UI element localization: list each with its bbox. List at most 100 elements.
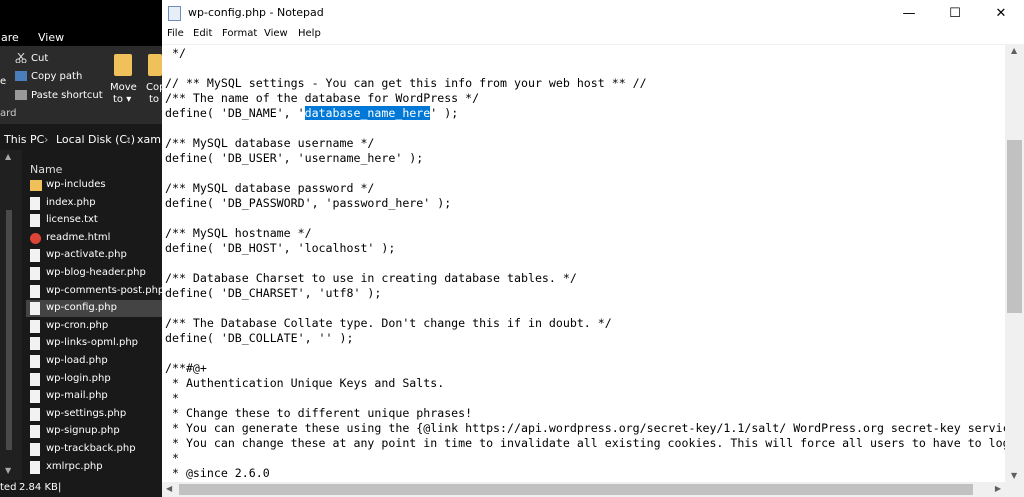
scroll-up-icon[interactable]: ▲ <box>1011 46 1017 55</box>
title-bar[interactable]: wp-config.php - Notepad — ☐ ✕ <box>162 0 1024 27</box>
address-bar[interactable]: This PC › Local Disk (C:) › xamp <box>0 130 168 150</box>
file-name: license.txt <box>46 214 98 226</box>
text-editor-area[interactable]: */ // ** MySQL settings - You can get thi… <box>162 44 1005 483</box>
tab-view[interactable]: View <box>38 31 64 44</box>
vertical-scroll-thumb[interactable] <box>1007 140 1022 313</box>
copy-path-icon <box>15 71 27 81</box>
ribbon: e Cut Copy path Paste shortcut ard Move … <box>0 46 165 124</box>
scroll-left-icon[interactable]: ◀ <box>166 484 172 493</box>
file-icon <box>30 460 40 474</box>
file-list-item[interactable]: wp-links-opml.php <box>26 335 162 352</box>
file-list-item[interactable]: license.txt <box>26 212 162 229</box>
file-icon <box>30 302 40 316</box>
scroll-down-icon[interactable]: ▼ <box>5 466 11 475</box>
file-list-item[interactable]: readme.html <box>26 230 162 247</box>
file-list-item[interactable]: wp-settings.php <box>26 406 162 423</box>
file-list-item[interactable]: wp-load.php <box>26 353 162 370</box>
horizontal-scroll-thumb[interactable] <box>179 484 973 495</box>
file-list-item[interactable]: wp-trackback.php <box>26 441 162 458</box>
breadcrumb-local-disk[interactable]: Local Disk (C:) <box>56 133 135 146</box>
move-to-button[interactable]: Move <box>110 82 137 93</box>
breadcrumb-separator: › <box>44 133 49 146</box>
horizontal-scrollbar[interactable]: ◀ ▶ <box>162 482 1005 497</box>
file-icon <box>30 425 40 439</box>
cut-button[interactable]: Cut <box>31 53 48 64</box>
file-list-item[interactable]: wp-login.php <box>26 371 162 388</box>
cut-icon <box>15 52 27 64</box>
text-line: * You can change these at any point in t… <box>165 436 1005 450</box>
text-line: /** The name of the database for WordPre… <box>165 91 480 105</box>
file-icon <box>30 390 40 404</box>
chrome-icon <box>30 232 41 244</box>
text-line: define( 'DB_NAME', 'database_name_here' … <box>165 106 458 121</box>
navigation-pane-scrollbar[interactable]: ▲ ▼ <box>0 150 22 480</box>
file-list-item[interactable]: wp-includes <box>26 177 162 194</box>
file-list-item[interactable]: xmlrpc.php <box>26 459 162 476</box>
menu-file[interactable]: File <box>167 28 184 39</box>
move-to-folder-icon <box>114 54 132 76</box>
maximize-button[interactable]: ☐ <box>932 0 978 27</box>
file-list-item[interactable]: wp-signup.php <box>26 423 162 440</box>
minimize-button[interactable]: — <box>886 0 932 27</box>
clipboard-group-label: ard <box>0 108 17 119</box>
breadcrumb-this-pc[interactable]: This PC <box>4 133 44 146</box>
file-name: wp-load.php <box>46 355 108 366</box>
text-line: define( 'DB_CHARSET', 'utf8' ); <box>165 286 382 300</box>
text-line: /**#@+ <box>165 361 207 375</box>
menu-format[interactable]: Format <box>222 28 257 39</box>
text-line: /** The Database Collate type. Don't cha… <box>165 316 612 330</box>
file-icon <box>30 319 40 333</box>
text-line: /** MySQL database password */ <box>165 181 375 195</box>
file-name: wp-login.php <box>46 372 111 384</box>
paste-button-partial[interactable]: e <box>0 76 6 87</box>
file-list-item[interactable]: wp-mail.php <box>26 388 162 405</box>
file-list-item[interactable]: wp-comments-post.php <box>26 283 165 300</box>
file-name: wp-config.php <box>46 302 117 314</box>
file-list-item[interactable]: wp-blog-header.php <box>26 265 162 282</box>
selected-text[interactable]: database_name_here <box>304 106 431 120</box>
text-line: // ** MySQL settings - You can get this … <box>165 76 647 90</box>
file-list-item[interactable]: wp-activate.php <box>26 247 162 264</box>
scroll-right-icon[interactable]: ▶ <box>995 484 1001 493</box>
text-line: * You can generate these using the {@lin… <box>165 421 1005 435</box>
breadcrumb-separator: › <box>126 133 131 146</box>
text-line: define( 'DB_COLLATE', '' ); <box>165 331 354 345</box>
copy-to-dropdown[interactable]: to <box>149 94 159 105</box>
text-line: * <box>165 391 179 405</box>
file-icon <box>30 355 40 368</box>
scroll-down-icon[interactable]: ▼ <box>1011 471 1017 480</box>
file-icon <box>30 196 40 210</box>
file-name: wp-comments-post.php <box>46 284 165 296</box>
file-name: wp-cron.php <box>46 319 109 331</box>
file-name: wp-activate.php <box>46 249 127 261</box>
copy-path-button[interactable]: Copy path <box>31 71 82 82</box>
copy-to-folder-icon <box>148 54 162 76</box>
text-segment: define( 'DB_NAME', ' <box>165 106 305 120</box>
file-icon <box>30 443 40 456</box>
file-list-item[interactable]: wp-config.php <box>26 300 162 318</box>
status-divider: | <box>58 482 62 493</box>
file-name: wp-blog-header.php <box>46 267 146 278</box>
file-name: index.php <box>46 196 96 208</box>
paste-shortcut-button[interactable]: Paste shortcut <box>31 90 103 101</box>
folder-icon <box>30 180 42 191</box>
notepad-icon <box>168 6 181 21</box>
close-button[interactable]: ✕ <box>978 0 1024 27</box>
file-list-item[interactable]: wp-cron.php <box>26 318 162 335</box>
text-segment: ' ); <box>430 106 459 120</box>
file-list-item[interactable]: index.php <box>26 195 162 212</box>
menu-help[interactable]: Help <box>298 28 321 39</box>
file-icon <box>30 284 40 298</box>
scroll-thumb[interactable] <box>6 210 12 450</box>
text-line: /** MySQL database username */ <box>165 136 375 150</box>
column-header-name[interactable]: Name <box>30 163 62 176</box>
tab-share[interactable]: are <box>1 31 19 44</box>
scroll-up-icon[interactable]: ▲ <box>5 152 11 161</box>
menu-edit[interactable]: Edit <box>193 28 212 39</box>
file-name: wp-links-opml.php <box>46 337 139 349</box>
status-size: 2.84 KB <box>19 482 58 493</box>
menu-view[interactable]: View <box>264 28 288 39</box>
vertical-scrollbar[interactable]: ▲ ▼ <box>1005 44 1024 482</box>
move-to-dropdown[interactable]: to ▾ <box>113 94 131 105</box>
menu-bar: File Edit Format View Help <box>162 26 1024 44</box>
